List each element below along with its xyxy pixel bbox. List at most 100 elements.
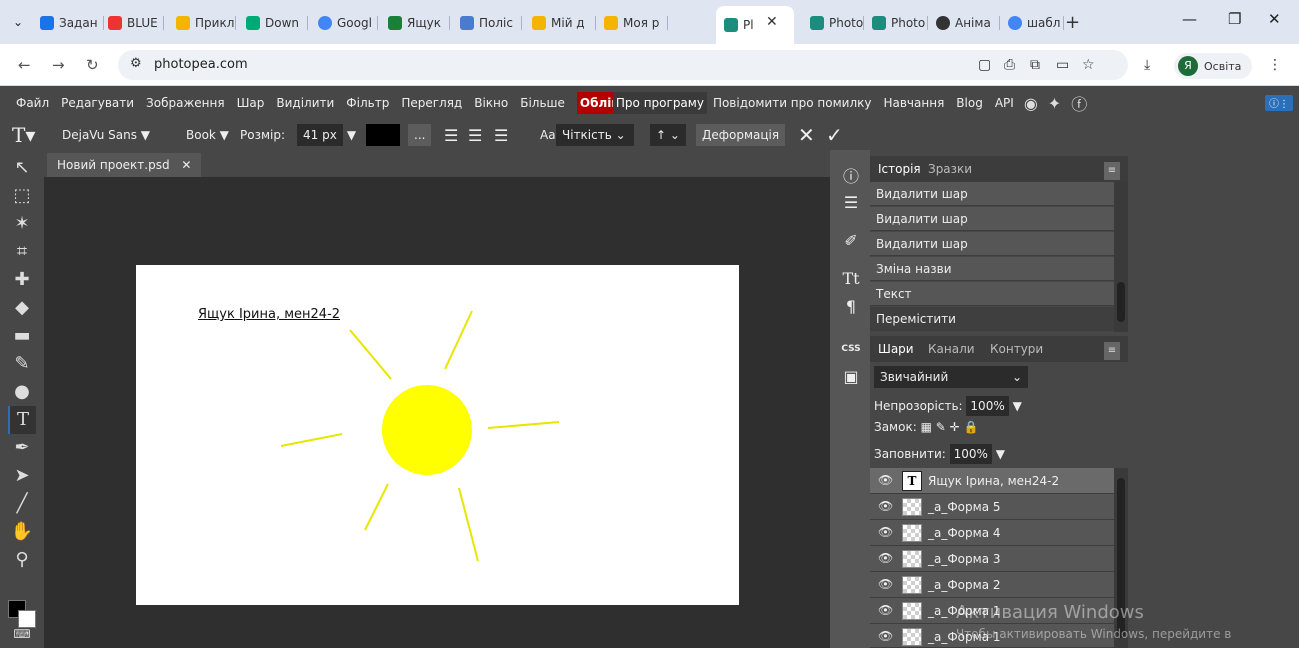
visibility-eye-icon[interactable]: 👁 xyxy=(878,603,893,617)
menu-account[interactable]: Облік xyxy=(576,92,613,114)
type-tool-preset-icon[interactable]: T▾ xyxy=(12,123,35,147)
history-item[interactable]: Текст xyxy=(870,282,1114,306)
brush-panel-icon[interactable]: ✐ xyxy=(840,230,862,252)
path-select-icon[interactable]: ➤ xyxy=(8,462,36,490)
keyboard-icon[interactable]: ⌨ xyxy=(8,620,36,648)
font-size-input[interactable]: 41 px xyxy=(297,124,343,146)
dodge-tool-icon[interactable]: ● xyxy=(8,378,36,406)
gradient-tool-icon[interactable]: ▬ xyxy=(8,322,36,350)
back-icon[interactable]: ← xyxy=(18,56,31,74)
history-menu-icon[interactable]: ≡ xyxy=(1104,162,1120,180)
fill-dropdown-icon[interactable]: ▼ xyxy=(996,447,1005,461)
menu-filter[interactable]: Фільтр xyxy=(346,96,389,110)
history-item[interactable]: Видалити шар xyxy=(870,182,1114,206)
tab-search-button[interactable]: ⌄ xyxy=(8,12,28,32)
browser-tab-active[interactable]: Pl xyxy=(716,6,794,44)
browser-tab[interactable]: Down xyxy=(246,8,308,38)
layer-row[interactable]: 👁 _а_Форма 2 xyxy=(870,572,1114,598)
close-tab-icon[interactable]: ✕ xyxy=(766,14,778,30)
tab-channels[interactable]: Канали xyxy=(928,342,975,356)
new-tab-icon[interactable]: + xyxy=(1065,12,1080,33)
browser-tab[interactable]: Моя р xyxy=(604,8,668,38)
text-direction-select[interactable]: ↑ ⌄ xyxy=(650,124,686,146)
css-panel-icon[interactable]: CSS xyxy=(840,338,862,360)
visibility-eye-icon[interactable]: 👁 xyxy=(878,499,893,513)
layers-scrollbar[interactable] xyxy=(1114,468,1128,648)
opacity-input[interactable]: 100% xyxy=(966,396,1009,416)
browser-tab[interactable]: Ящук xyxy=(388,8,450,38)
crop-tool-icon[interactable]: ⌗ xyxy=(8,238,36,266)
visibility-eye-icon[interactable]: 👁 xyxy=(878,473,893,487)
info-toggle-icon[interactable]: ⓘ⋮ xyxy=(1265,95,1293,111)
magic-wand-icon[interactable]: ✶ xyxy=(8,210,36,238)
browser-menu-icon[interactable]: ⋮ xyxy=(1268,57,1282,73)
download-icon[interactable]: ⤓ xyxy=(1144,57,1150,73)
layer-row-text[interactable]: 👁 T Ящук Ірина, мен24-2 xyxy=(870,468,1114,494)
cancel-icon[interactable]: ✕ xyxy=(798,123,815,147)
visibility-eye-icon[interactable]: 👁 xyxy=(878,525,893,539)
profile-button[interactable]: Я Освіта xyxy=(1174,53,1252,79)
fill-input[interactable]: 100% xyxy=(949,444,992,464)
layer-row[interactable]: 👁 _а_Форма 1 xyxy=(870,598,1114,624)
menu-blog[interactable]: Blog xyxy=(956,96,983,110)
menu-select[interactable]: Виділити xyxy=(276,96,334,110)
browser-tab[interactable]: Photo xyxy=(872,8,928,38)
restore-icon[interactable]: ❐ xyxy=(1228,10,1241,28)
menu-layer[interactable]: Шар xyxy=(237,96,265,110)
browser-tab[interactable]: Поліс xyxy=(460,8,522,38)
browser-tab[interactable]: BLUE xyxy=(108,8,164,38)
reload-icon[interactable]: ↻ xyxy=(86,56,99,74)
adjustments-icon[interactable]: ☰ xyxy=(840,192,862,214)
align-center-icon[interactable]: ☰ xyxy=(468,124,482,146)
lock-icon[interactable]: 🔒 xyxy=(964,420,979,434)
history-item[interactable]: Видалити шар xyxy=(870,207,1114,231)
lock-transparency-icon[interactable]: ▦ xyxy=(921,420,932,434)
more-options-button[interactable]: ... xyxy=(408,124,432,146)
close-document-icon[interactable]: ✕ xyxy=(181,158,191,172)
window-close-icon[interactable]: ✕ xyxy=(1268,10,1281,28)
browser-tab[interactable]: Photo xyxy=(810,8,864,38)
reddit-icon[interactable]: ◉ xyxy=(1024,94,1038,113)
layer-row[interactable]: 👁 _а_Форма 5 xyxy=(870,494,1114,520)
layer-row[interactable]: 👁 _а_Форма 3 xyxy=(870,546,1114,572)
marquee-tool-icon[interactable]: ⬚ xyxy=(8,182,36,210)
forward-icon[interactable]: → xyxy=(52,56,65,74)
document-canvas[interactable]: Ящук Ірина, мен24-2 xyxy=(136,265,739,605)
tab-paths[interactable]: Контури xyxy=(990,342,1043,356)
hand-tool-icon[interactable]: ✋ xyxy=(8,518,36,546)
facebook-icon[interactable]: ⓕ xyxy=(1071,91,1087,115)
menu-more[interactable]: Більше xyxy=(520,96,565,110)
translate-icon[interactable]: ⧉ xyxy=(1030,57,1040,73)
menu-report-bug[interactable]: Повідомити про помилку xyxy=(713,96,872,110)
menu-learn[interactable]: Навчання xyxy=(883,96,944,110)
menu-file[interactable]: Файл xyxy=(16,96,49,110)
lock-move-icon[interactable]: ✛ xyxy=(950,420,960,434)
menu-edit[interactable]: Редагувати xyxy=(61,96,134,110)
tab-layers[interactable]: Шари xyxy=(878,342,914,356)
antialias-select[interactable]: Чіткість ⌄ xyxy=(556,124,634,146)
commit-icon[interactable]: ✓ xyxy=(826,123,843,147)
layer-row[interactable]: 👁 _а_Форма 4 xyxy=(870,520,1114,546)
browser-tab[interactable]: шабл xyxy=(1008,8,1064,38)
lock-brush-icon[interactable]: ✎ xyxy=(936,420,946,434)
font-style-select[interactable]: Book ▼ xyxy=(186,124,229,146)
address-bar[interactable]: ⚙ photopea.com xyxy=(118,50,1128,80)
install-app-icon[interactable]: ⎙ xyxy=(1004,57,1015,73)
zoom-tool-icon[interactable]: ⚲ xyxy=(8,546,36,574)
paragraph-panel-icon[interactable]: ¶ xyxy=(840,296,862,318)
opacity-dropdown-icon[interactable]: ▼ xyxy=(1013,399,1022,413)
line-tool-icon[interactable]: ╱ xyxy=(8,490,36,518)
visibility-eye-icon[interactable]: 👁 xyxy=(878,551,893,565)
blend-mode-select[interactable]: Звичайний ⌄ xyxy=(874,366,1028,388)
history-scrollbar[interactable] xyxy=(1114,182,1128,332)
align-left-icon[interactable]: ☰ xyxy=(444,124,458,146)
history-item[interactable]: Видалити шар xyxy=(870,232,1114,256)
menu-image[interactable]: Зображення xyxy=(146,96,225,110)
minimize-icon[interactable]: — xyxy=(1182,10,1197,28)
info-icon[interactable]: ⓘ xyxy=(840,166,862,188)
font-size-dropdown-icon[interactable]: ▼ xyxy=(347,128,356,142)
smudge-tool-icon[interactable]: ✎ xyxy=(8,350,36,378)
align-right-icon[interactable]: ☰ xyxy=(494,124,508,146)
menu-view[interactable]: Перегляд xyxy=(401,96,462,110)
eraser-tool-icon[interactable]: ◆ xyxy=(8,294,36,322)
